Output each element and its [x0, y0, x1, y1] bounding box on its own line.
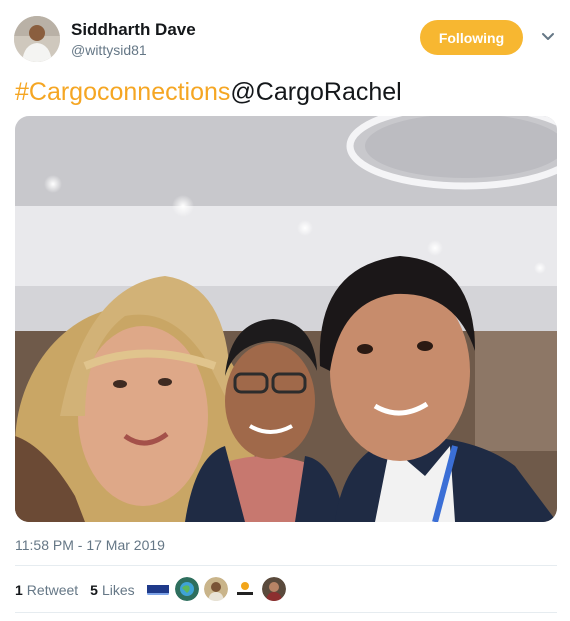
tweet-timestamp[interactable]: 11:58 PM - 17 Mar 2019: [15, 537, 165, 553]
globe-avatar-icon[interactable]: [175, 577, 199, 601]
likers-list: [146, 576, 291, 602]
cargo-logo-avatar-icon[interactable]: [233, 577, 257, 601]
mention-link[interactable]: @CargoRachel: [230, 78, 401, 106]
following-button[interactable]: Following: [420, 20, 523, 55]
tweet-header: Siddharth Dave @wittysid81 Following: [0, 0, 570, 72]
tweet-photo[interactable]: [15, 116, 557, 522]
selfie-photo-icon: [15, 116, 557, 522]
likes-count: 5: [90, 582, 98, 598]
retweets-count: 1: [15, 582, 23, 598]
divider: [15, 612, 557, 613]
person-avatar-icon[interactable]: [204, 577, 228, 601]
likes-stat[interactable]: 5 Likes: [90, 582, 134, 598]
likes-label: Likes: [101, 582, 135, 598]
hashtag-link[interactable]: #Cargoconnections: [15, 78, 230, 106]
person-avatar-2-icon[interactable]: [262, 577, 286, 601]
chevron-down-icon[interactable]: [538, 26, 558, 46]
tweet-stats: 1 Retweet 5 Likes: [15, 576, 147, 604]
divider: [15, 565, 557, 566]
profile-photo-icon: [14, 16, 60, 62]
tweet-text: #Cargoconnections@CargoRachel: [15, 76, 402, 108]
retweets-label: Retweet: [26, 582, 79, 598]
author-avatar[interactable]: [14, 16, 60, 62]
brand-logo-avatar-icon[interactable]: [146, 577, 170, 601]
author-name[interactable]: Siddharth Dave: [71, 20, 196, 40]
retweets-stat[interactable]: 1 Retweet: [15, 582, 78, 598]
author-handle[interactable]: @wittysid81: [71, 42, 147, 58]
